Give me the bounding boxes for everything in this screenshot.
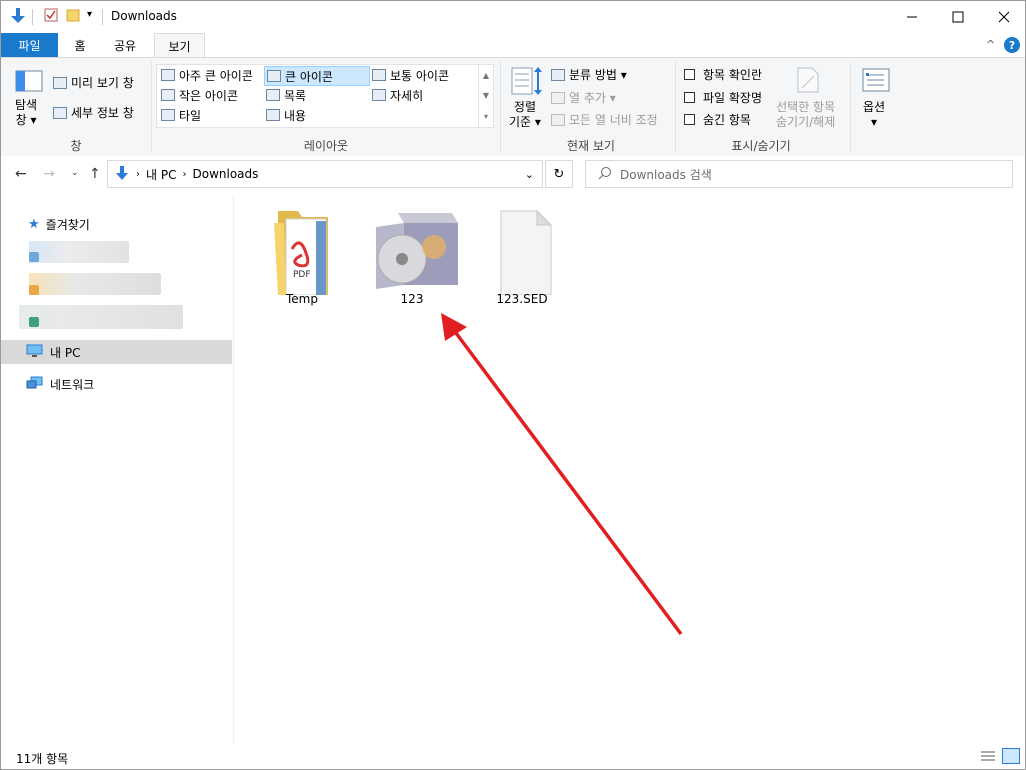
explorer-window: ▾ Downloads 파일 홈 공유 보기 ^ ? 탐색 창 ▾ 미리 보기 … bbox=[0, 0, 1026, 770]
annotation-arrow bbox=[441, 313, 683, 636]
large-icons-view-icon[interactable] bbox=[1002, 748, 1020, 764]
details-view-icon[interactable] bbox=[980, 749, 996, 766]
item-count: 11개 항목 bbox=[16, 752, 69, 766]
status-bar: 11개 항목 bbox=[1, 745, 1025, 769]
